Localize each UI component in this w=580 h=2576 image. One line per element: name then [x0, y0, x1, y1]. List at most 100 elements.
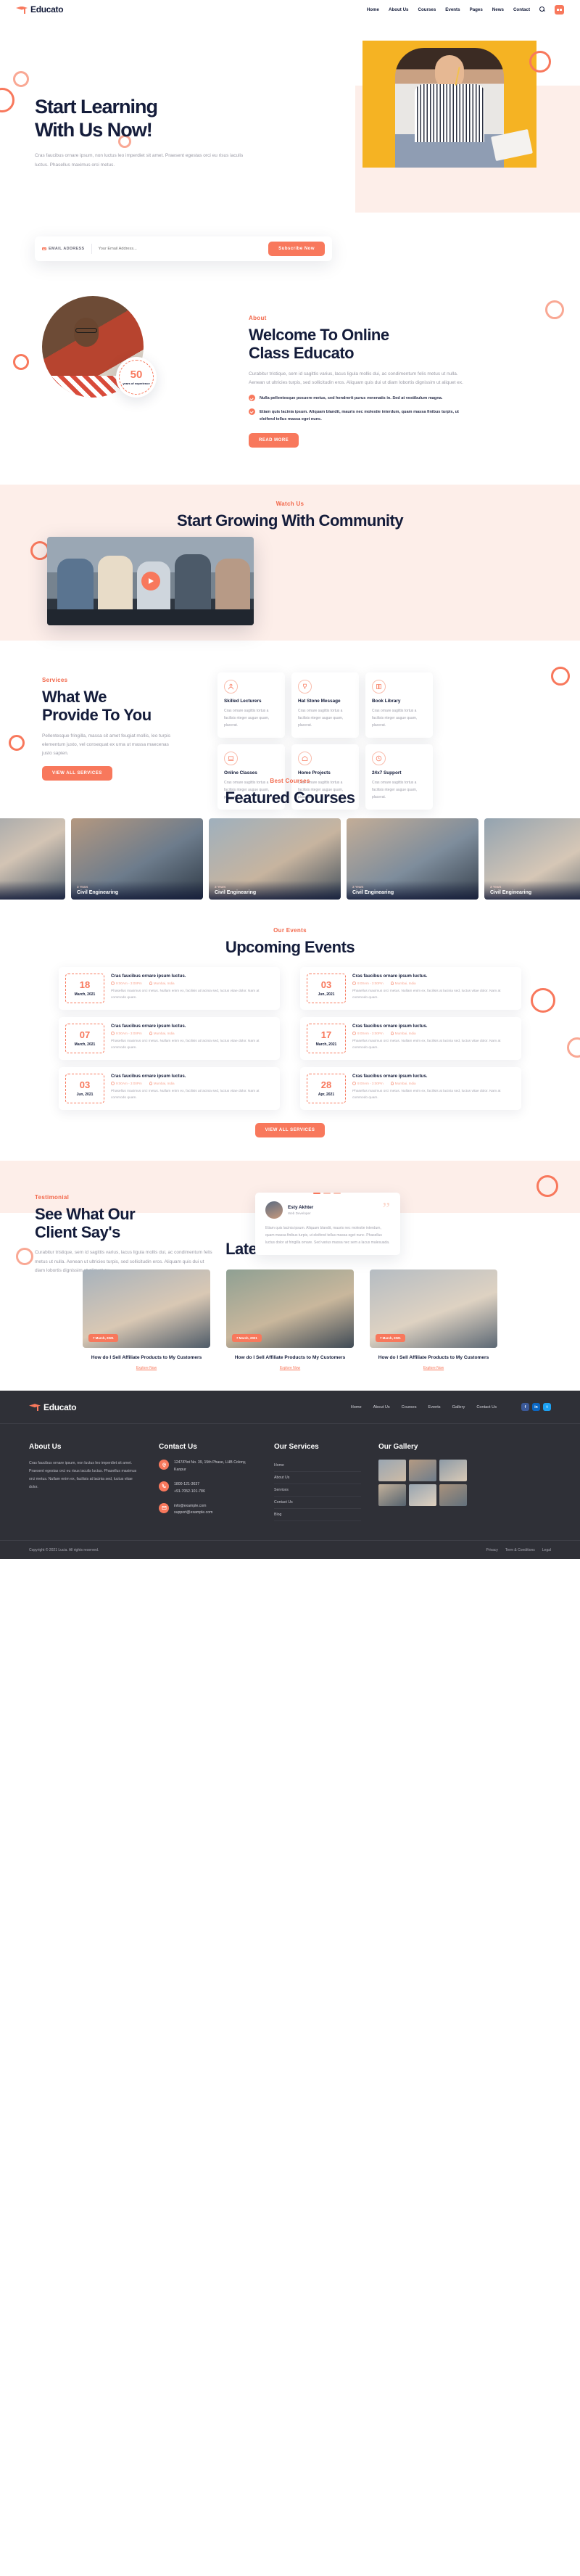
linkedin-icon[interactable]: in — [532, 1403, 540, 1412]
facebook-icon[interactable]: f — [521, 1403, 529, 1412]
event-card[interactable]: 18 March, 2021 Cras faucibus ornare ipsu… — [59, 966, 280, 1010]
carousel-dot[interactable] — [334, 1192, 341, 1194]
event-date: 17 March, 2021 — [307, 1023, 346, 1053]
blog-image: 7 March, 2021 — [226, 1269, 354, 1348]
carousel-dot[interactable] — [323, 1192, 331, 1194]
event-card[interactable]: 03 Jun, 2021 Cras faucibus ornare ipsum … — [300, 966, 521, 1010]
email-input[interactable] — [98, 247, 269, 251]
course-card[interactable]: 3 Years Civil Enginearing — [71, 818, 203, 900]
footer-service-link[interactable]: About Us — [274, 1472, 361, 1485]
service-card[interactable]: Skilled Lecturers Cras ornare sagittis t… — [218, 672, 285, 738]
service-title: Hat Stone Message — [298, 699, 341, 704]
blog-card[interactable]: 7 March, 2021 How do I Sell Affiliate Pr… — [370, 1269, 497, 1370]
decor-ring — [536, 1174, 558, 1197]
footer-nav-gallery[interactable]: Gallery — [452, 1405, 465, 1410]
blog-post-link[interactable]: Explore Now — [370, 1366, 497, 1370]
blog-card[interactable]: 7 March, 2021 How do I Sell Affiliate Pr… — [226, 1269, 354, 1370]
community-video[interactable] — [47, 537, 254, 625]
footer-contact-heading: Contact Us — [159, 1443, 197, 1452]
services-section: Services What We Provide To You Pellente… — [0, 641, 580, 810]
decor-ring — [13, 71, 29, 87]
carousel-dot-active[interactable] — [313, 1192, 320, 1194]
service-card[interactable]: Hat Stone Message Cras ornare sagittis t… — [291, 672, 359, 738]
decor-ring — [16, 1247, 33, 1265]
footer-logo[interactable]: Educato — [29, 1402, 77, 1412]
view-all-events-button[interactable]: VIEW ALL SERVICES — [254, 1122, 326, 1137]
mail-icon — [159, 1502, 169, 1513]
search-icon[interactable] — [539, 7, 545, 12]
course-card[interactable]: 3 Years Civil Enginearing — [209, 818, 341, 900]
check-icon — [249, 395, 255, 402]
event-card[interactable]: 07 March, 2021 Cras faucibus ornare ipsu… — [59, 1016, 280, 1060]
blog-card[interactable]: 7 March, 2021 How do I Sell Affiliate Pr… — [83, 1269, 210, 1370]
carousel-dots[interactable] — [313, 1192, 341, 1194]
footer-terms-link[interactable]: Term & Conditions — [505, 1548, 535, 1552]
event-date: 07 March, 2021 — [65, 1023, 104, 1053]
nav-item-courses[interactable]: Courses — [418, 7, 436, 12]
gallery-thumb[interactable] — [439, 1484, 467, 1507]
nav-item-pages[interactable]: Pages — [470, 7, 483, 12]
event-card[interactable]: 17 March, 2021 Cras faucibus ornare ipsu… — [300, 1016, 521, 1060]
about-read-more-button[interactable]: READ MORE — [249, 433, 299, 448]
course-card[interactable]: 3 Years Civil Enginearing — [347, 818, 478, 900]
service-desc: Cras ornare sagittis tortus a facilisis … — [298, 709, 344, 728]
footer-gallery-heading: Our Gallery — [378, 1443, 418, 1452]
grid-apps-icon[interactable] — [555, 4, 564, 15]
footer-phone-text: 1800-121-3637 +91-7052-101-786 — [174, 1481, 205, 1494]
decor-ring — [545, 300, 564, 319]
course-meta: 3 Years — [352, 885, 364, 889]
event-time: 9:00Am - 3:00Pm — [111, 1031, 142, 1035]
event-title: Cras faucibus ornare ipsum luctus. — [352, 1023, 428, 1029]
event-desc: Phasellus maximus orci metus. Nullam eni… — [352, 1089, 501, 1100]
testimonial-section: Testimonial See What Our Client Say's Cu… — [0, 1160, 580, 1273]
footer-nav-events[interactable]: Events — [428, 1405, 441, 1410]
clock-icon — [352, 981, 356, 985]
play-icon[interactable] — [141, 572, 160, 590]
nav-item-about[interactable]: About Us — [389, 7, 409, 12]
subscribe-bar: EMAIL ADDRESS Subscribe Now — [35, 236, 332, 261]
event-desc: Phasellus maximus orci metus. Nullam eni… — [111, 989, 260, 1000]
gallery-thumb[interactable] — [378, 1484, 406, 1507]
courses-carousel[interactable]: 3 Years Civil Enginearing 3 Years Civil … — [0, 818, 580, 900]
footer-nav-contact[interactable]: Contact Us — [476, 1405, 497, 1410]
nav-item-home[interactable]: Home — [367, 7, 379, 12]
service-title: Book Library — [372, 699, 401, 704]
hero-section: Start Learning With Us Now! Cras faucibu… — [0, 19, 580, 287]
trophy-icon — [298, 680, 312, 694]
service-desc: Cras ornare sagittis tortus a facilisis … — [372, 709, 418, 728]
event-title: Cras faucibus ornare ipsum luctus. — [352, 1073, 428, 1079]
blog-post-link[interactable]: Explore Now — [83, 1366, 210, 1370]
decor-ring — [0, 88, 14, 112]
gallery-thumb[interactable] — [439, 1460, 467, 1482]
event-time: 9:00Am - 3:00Pm — [352, 981, 384, 985]
footer-privacy-link[interactable]: Privacy — [486, 1548, 498, 1552]
nav-item-news[interactable]: News — [492, 7, 504, 12]
gallery-thumb[interactable] — [409, 1460, 436, 1482]
footer-nav-home[interactable]: Home — [351, 1405, 362, 1410]
graduation-cap-icon — [16, 6, 28, 14]
event-desc: Phasellus maximus orci metus. Nullam eni… — [111, 1039, 260, 1050]
footer-service-link[interactable]: Services — [274, 1484, 361, 1497]
footer-service-link[interactable]: Contact Us — [274, 1497, 361, 1510]
nav-item-contact[interactable]: Contact — [513, 7, 530, 12]
footer-service-link[interactable]: Home — [274, 1460, 361, 1473]
footer-legal-link[interactable]: Legal — [542, 1548, 551, 1552]
event-month: March, 2021 — [74, 1042, 96, 1047]
services-title-line2: Provide To You — [42, 706, 152, 725]
subscribe-button[interactable]: Subscribe Now — [268, 242, 325, 256]
gallery-thumb[interactable] — [409, 1484, 436, 1507]
logo[interactable]: Educato — [16, 4, 64, 15]
site-footer: Educato Home About Us Courses Events Gal… — [0, 1391, 580, 1560]
blog-post-link[interactable]: Explore Now — [226, 1366, 354, 1370]
event-card[interactable]: 03 Jun, 2021 Cras faucibus ornare ipsum … — [59, 1066, 280, 1110]
footer-service-link[interactable]: Blog — [274, 1509, 361, 1522]
course-card[interactable]: 3 Years Civil Enginearing — [484, 818, 580, 900]
footer-nav-about[interactable]: About Us — [373, 1405, 390, 1410]
nav-item-events[interactable]: Events — [445, 7, 460, 12]
footer-nav-courses[interactable]: Courses — [402, 1405, 417, 1410]
course-card[interactable]: 3 Years Civil Enginearing — [0, 818, 65, 900]
twitter-icon[interactable]: t — [543, 1403, 551, 1412]
gallery-thumb[interactable] — [378, 1460, 406, 1482]
event-card[interactable]: 28 Apr, 2021 Cras faucibus ornare ipsum … — [300, 1066, 521, 1110]
service-card[interactable]: Book Library Cras ornare sagittis tortus… — [365, 672, 433, 738]
